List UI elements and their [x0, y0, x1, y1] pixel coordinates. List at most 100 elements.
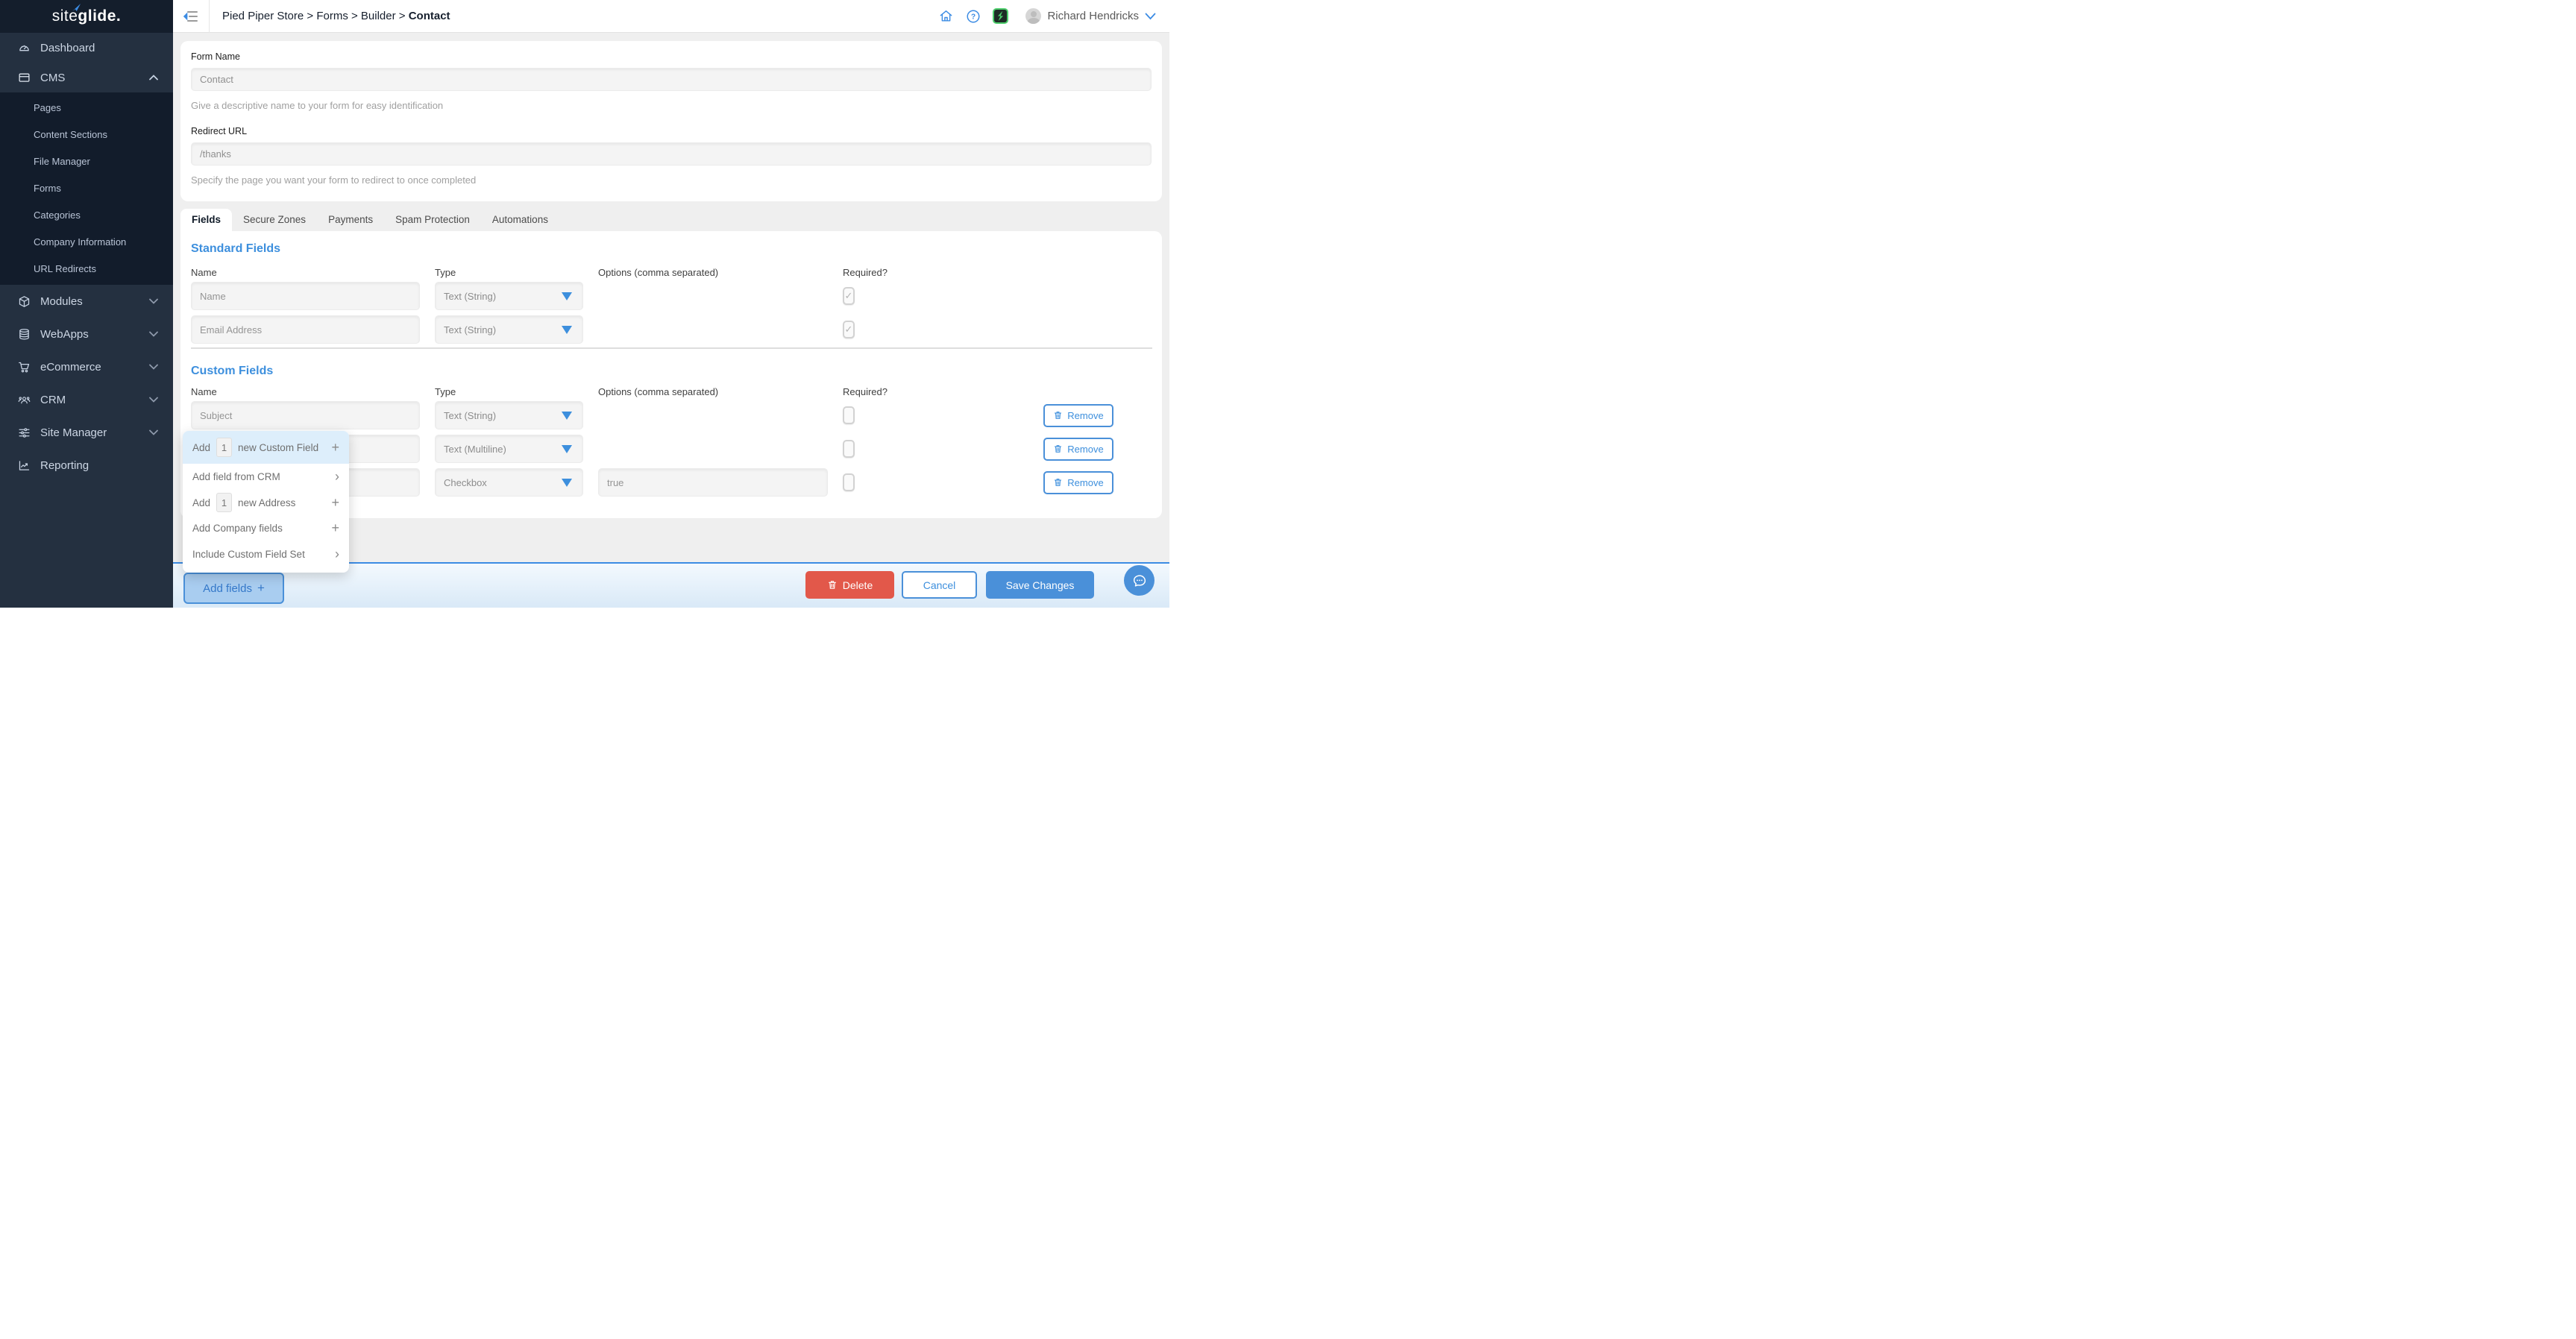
field-type-select[interactable]: Checkbox — [435, 468, 583, 497]
section-divider — [191, 347, 1152, 349]
tab-spam-protection[interactable]: Spam Protection — [384, 209, 481, 231]
required-checkbox[interactable]: ✓ — [843, 287, 855, 305]
chat-bubble-button[interactable] — [1124, 565, 1155, 596]
field-name-input[interactable] — [191, 401, 420, 429]
remove-field-button[interactable]: Remove — [1043, 471, 1113, 494]
home-icon[interactable] — [939, 9, 953, 23]
dropdown-arrow-icon — [562, 445, 572, 453]
cancel-button[interactable]: Cancel — [902, 571, 977, 599]
field-name-input[interactable] — [191, 282, 420, 310]
sidebar-item-modules[interactable]: Modules — [0, 285, 173, 318]
sidebar-item-reporting[interactable]: Reporting — [0, 449, 173, 482]
sidebar-item-content-sections[interactable]: Content Sections — [0, 121, 173, 148]
sidebar-item-label: WebApps — [40, 328, 89, 341]
cms-window-icon — [18, 72, 31, 84]
dropdown-arrow-icon — [562, 412, 572, 420]
field-type-select[interactable]: Text (Multiline) — [435, 435, 583, 463]
dropdown-item-add-address[interactable]: Add new Address + — [183, 489, 349, 516]
redirect-url-help: Specify the page you want your form to r… — [191, 174, 1162, 186]
dropdown-item-include-custom-field-set[interactable]: Include Custom Field Set › — [183, 540, 349, 568]
submenu-label: File Manager — [34, 156, 90, 167]
dropdown-item-text: new Address — [238, 497, 295, 508]
custom-fields-heading: Custom Fields — [191, 364, 1152, 379]
remove-field-button[interactable]: Remove — [1043, 404, 1113, 427]
dropdown-item-text: Add — [192, 442, 210, 453]
field-type-select[interactable]: Text (String) — [435, 282, 583, 310]
sidebar-item-ecommerce[interactable]: eCommerce — [0, 350, 173, 383]
form-name-input[interactable] — [191, 68, 1152, 91]
custom-field-row: Text (String) Remove — [191, 401, 1152, 429]
check-mark: ✓ — [845, 290, 853, 302]
siteglide-app-icon[interactable] — [993, 8, 1008, 24]
add-fields-button[interactable]: Add fields + — [183, 573, 284, 604]
chevron-down-icon — [149, 298, 158, 304]
sidebar-item-file-manager[interactable]: File Manager — [0, 148, 173, 174]
people-group-icon — [18, 394, 31, 406]
form-settings-card: Form Name Give a descriptive name to you… — [180, 41, 1162, 201]
custom-field-count-input[interactable] — [216, 438, 232, 457]
custom-fields-headers: Name Type Options (comma separated) Requ… — [191, 386, 1152, 397]
field-name-input[interactable] — [191, 315, 420, 344]
field-type-select[interactable]: Text (String) — [435, 401, 583, 429]
help-icon[interactable]: ? — [966, 9, 981, 24]
form-tabs: Fields Secure Zones Payments Spam Protec… — [180, 209, 559, 231]
submenu-label: URL Redirects — [34, 263, 96, 274]
redirect-url-input[interactable] — [191, 142, 1152, 166]
required-checkbox[interactable]: ✓ — [843, 321, 855, 338]
col-header-name: Name — [191, 386, 420, 397]
sidebar-item-crm[interactable]: CRM — [0, 383, 173, 416]
remove-label: Remove — [1067, 410, 1103, 421]
sidebar-item-label: CRM — [40, 394, 66, 406]
standard-field-row: Text (String) ✓ — [191, 315, 1152, 344]
standard-fields-heading: Standard Fields — [191, 242, 1152, 256]
shopping-cart-icon — [18, 361, 31, 374]
plus-icon: + — [331, 440, 339, 456]
chevron-down-icon — [149, 429, 158, 435]
avatar[interactable] — [1025, 8, 1041, 24]
address-count-input[interactable] — [216, 493, 232, 512]
dropdown-item-add-company-fields[interactable]: Add Company fields + — [183, 516, 349, 540]
breadcrumb-path: Pied Piper Store > Forms > Builder > — [222, 10, 406, 22]
chevron-right-icon: › — [335, 546, 339, 562]
sidebar-item-pages[interactable]: Pages — [0, 94, 173, 121]
siteglide-logo[interactable]: siteglide. — [0, 0, 173, 33]
sidebar-item-label: Site Manager — [40, 426, 107, 439]
tab-fields[interactable]: Fields — [180, 209, 232, 231]
dropdown-item-text: Add Company fields — [192, 523, 283, 534]
sidebar-item-dashboard[interactable]: Dashboard — [0, 33, 173, 63]
col-header-type: Type — [435, 386, 583, 397]
submenu-label: Forms — [34, 183, 61, 194]
delete-button[interactable]: Delete — [805, 571, 894, 599]
field-options-input[interactable] — [598, 468, 828, 497]
tab-automations[interactable]: Automations — [481, 209, 559, 231]
sidebar-item-company-information[interactable]: Company Information — [0, 228, 173, 255]
sidebar-item-url-redirects[interactable]: URL Redirects — [0, 255, 173, 282]
sidebar-item-cms[interactable]: CMS — [0, 63, 173, 92]
remove-label: Remove — [1067, 477, 1103, 488]
tab-secure-zones[interactable]: Secure Zones — [232, 209, 317, 231]
save-changes-button[interactable]: Save Changes — [986, 571, 1094, 599]
sidebar-item-forms[interactable]: Forms — [0, 174, 173, 201]
chevron-down-icon[interactable] — [1145, 13, 1156, 20]
required-checkbox[interactable] — [843, 406, 855, 424]
required-checkbox[interactable] — [843, 473, 855, 491]
chevron-down-icon — [149, 364, 158, 370]
required-checkbox[interactable] — [843, 440, 855, 458]
tab-payments[interactable]: Payments — [317, 209, 384, 231]
field-type-value: Text (String) — [444, 291, 496, 302]
breadcrumb[interactable]: Pied Piper Store > Forms > Builder > Con… — [222, 10, 450, 22]
sidebar-item-webapps[interactable]: WebApps — [0, 318, 173, 350]
remove-field-button[interactable]: Remove — [1043, 438, 1113, 461]
dropdown-arrow-icon — [562, 326, 572, 334]
dropdown-item-add-field-from-crm[interactable]: Add field from CRM › — [183, 464, 349, 489]
sidebar-item-site-manager[interactable]: Site Manager — [0, 416, 173, 449]
logo-text: siteglide. — [52, 7, 122, 25]
chevron-down-icon — [149, 397, 158, 403]
plus-icon: + — [331, 520, 339, 536]
topbar: Pied Piper Store > Forms > Builder > Con… — [173, 0, 1169, 33]
sidebar-item-categories[interactable]: Categories — [0, 201, 173, 228]
user-menu[interactable]: Richard Hendricks — [1047, 10, 1139, 22]
collapse-sidebar-icon[interactable] — [183, 10, 198, 22]
field-type-select[interactable]: Text (String) — [435, 315, 583, 344]
dropdown-item-add-custom-field[interactable]: Add new Custom Field + — [183, 431, 349, 464]
